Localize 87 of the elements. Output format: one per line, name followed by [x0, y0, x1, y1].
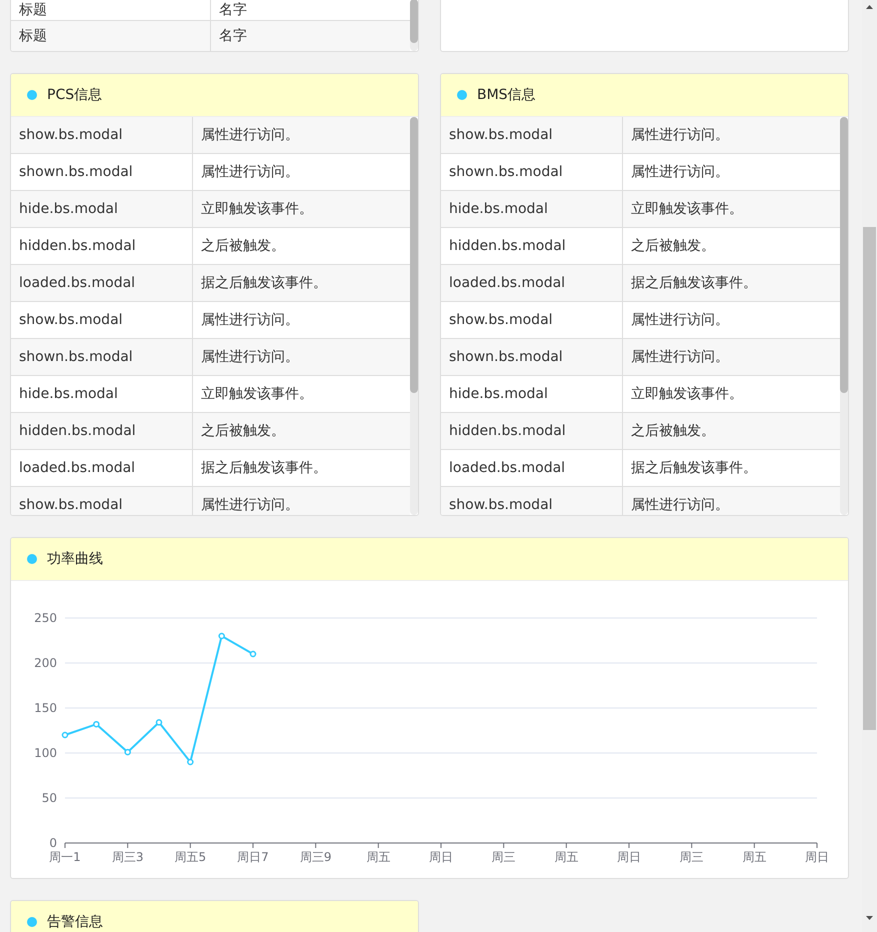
- scrollbar[interactable]: [410, 0, 418, 51]
- table-cell-text: 立即触发该事件。: [630, 385, 744, 404]
- table-cell: show.bs.modal: [11, 487, 193, 515]
- axis-label: 100: [34, 746, 57, 760]
- table-cell-text: 属性进行访问。: [630, 311, 730, 330]
- table-cell: shown.bs.modal: [441, 154, 623, 190]
- status-dot: [27, 90, 37, 100]
- axis-label: 周三3: [112, 850, 144, 864]
- axis-label: 周日: [429, 850, 453, 864]
- axis-label: 150: [34, 701, 57, 715]
- table-cell-text: 立即触发该事件。: [200, 200, 314, 219]
- panel-title: BMS信息: [477, 86, 536, 104]
- axis-label: 周五5: [174, 850, 206, 864]
- table-cell-text: 属性进行访问。: [630, 496, 730, 515]
- table-cell: hidden.bs.modal: [441, 228, 623, 264]
- data-point: [93, 720, 100, 728]
- data-point: [124, 748, 131, 756]
- data-point: [62, 732, 68, 738]
- table-cell: hidden.bs.modal: [11, 228, 193, 264]
- table-cell: show.bs.modal: [11, 302, 193, 338]
- axis-label: 周五: [366, 850, 390, 864]
- scrollbar[interactable]: [840, 117, 848, 515]
- data-point: [156, 719, 162, 726]
- table-cell-text: 之后被触发。: [630, 422, 716, 441]
- panel-title: 功率曲线: [47, 550, 103, 568]
- table-cell-text: 属性进行访问。: [630, 163, 730, 182]
- table-cell-text: 属性进行访问。: [200, 126, 300, 145]
- table-cell-text: 立即触发该事件。: [200, 385, 314, 404]
- table-cell-text: 属性进行访问。: [630, 348, 730, 367]
- table-cell-text: 属性进行访问。: [630, 126, 730, 145]
- table-cell-text: 之后被触发。: [200, 422, 286, 441]
- axis-label: 周一1: [49, 850, 81, 864]
- table-cell-text: 立即触发该事件。: [630, 200, 744, 219]
- axis-label: 周三: [492, 850, 516, 864]
- table-cell-text: 属性进行访问。: [200, 496, 300, 515]
- table-cell: show.bs.modal: [11, 117, 193, 153]
- table-cell: show.bs.modal: [441, 487, 623, 515]
- table-cell: hidden.bs.modal: [441, 413, 623, 449]
- table-cell: shown.bs.modal: [441, 339, 623, 375]
- table-cell: loaded.bs.modal: [11, 450, 193, 486]
- table-cell-text: 属性进行访问。: [200, 311, 300, 330]
- table-cell: hide.bs.modal: [441, 191, 623, 227]
- table-cell-text: 据之后触发该事件。: [630, 459, 758, 478]
- axis-label: 周五: [742, 850, 766, 864]
- table-cell-text: 之后被触发。: [200, 237, 286, 256]
- axis-label: 周五: [554, 850, 578, 864]
- table-cell: show.bs.modal: [441, 117, 623, 153]
- table-cell: show.bs.modal: [441, 302, 623, 338]
- scroll-up-icon[interactable]: [866, 5, 873, 9]
- scrollbar[interactable]: [410, 117, 418, 515]
- status-dot: [27, 917, 37, 927]
- axis-label: 200: [34, 656, 57, 670]
- scroll-down-icon[interactable]: [866, 916, 873, 920]
- axis-label: 周三9: [300, 850, 332, 864]
- table-cell: hidden.bs.modal: [11, 413, 193, 449]
- table-cell: hide.bs.modal: [11, 376, 193, 412]
- panel-title: PCS信息: [47, 86, 102, 104]
- table-cell: shown.bs.modal: [11, 154, 193, 190]
- axis-label: 周日: [805, 850, 829, 864]
- data-point: [250, 650, 256, 658]
- status-dot: [27, 554, 37, 564]
- table-cell-text: 据之后触发该事件。: [200, 459, 328, 478]
- table-cell: loaded.bs.modal: [441, 265, 623, 301]
- panel-title: 告警信息: [47, 913, 103, 931]
- data-point: [218, 632, 225, 640]
- data-point: [187, 758, 194, 766]
- table-cell: hide.bs.modal: [11, 191, 193, 227]
- table-cell: hide.bs.modal: [441, 376, 623, 412]
- axis-label: 周日7: [237, 850, 269, 864]
- table-cell: loaded.bs.modal: [11, 265, 193, 301]
- table-cell-text: 名字: [218, 27, 248, 46]
- table-cell-text: 属性进行访问。: [200, 163, 300, 182]
- table-cell-text: 之后被触发。: [630, 237, 716, 256]
- table-cell-text: 名字: [218, 0, 248, 20]
- axis-label: 周三: [680, 850, 704, 864]
- table-cell-text: 属性进行访问。: [200, 348, 300, 367]
- table-cell-text: 据之后触发该事件。: [630, 274, 758, 293]
- axis-label: 0: [49, 836, 57, 850]
- table-cell: 标题: [11, 0, 211, 20]
- table-cell: loaded.bs.modal: [441, 450, 623, 486]
- axis-label: 周日: [617, 850, 641, 864]
- axis-label: 50: [42, 791, 57, 805]
- table-cell: shown.bs.modal: [11, 339, 193, 375]
- status-dot: [457, 90, 467, 100]
- table-cell: 标题: [11, 21, 211, 51]
- table-cell-text: 据之后触发该事件。: [200, 274, 328, 293]
- axis-label: 250: [34, 611, 57, 625]
